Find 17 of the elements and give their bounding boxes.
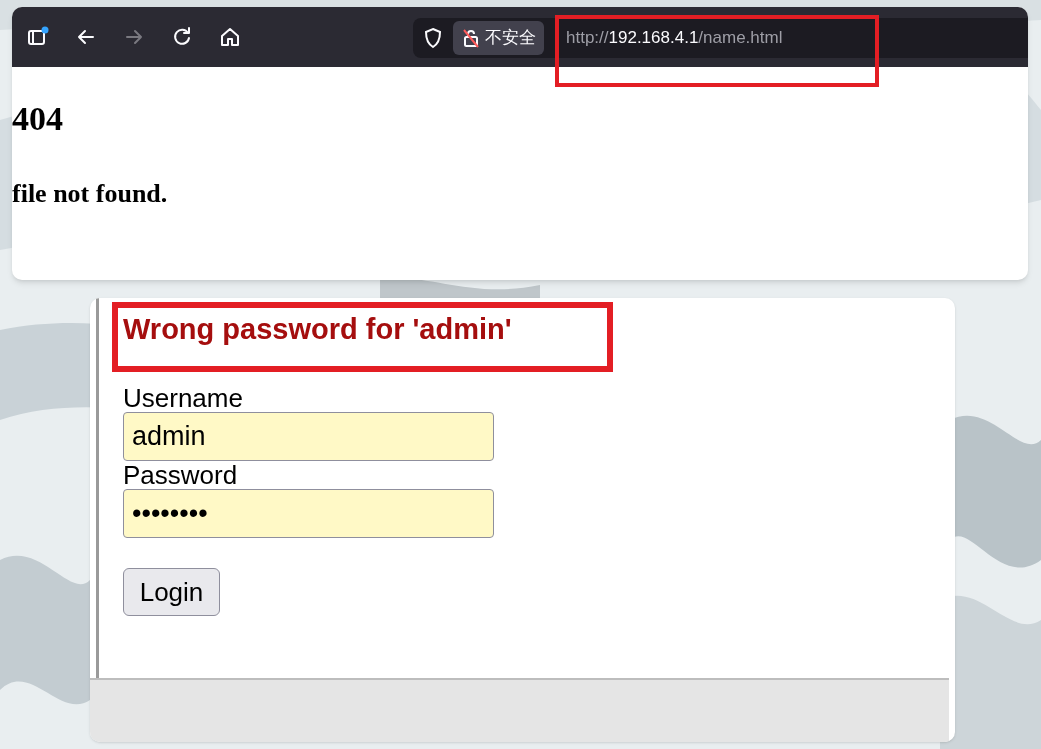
security-label: 不安全 [485, 27, 536, 50]
url-host: 192.168.4.1 [608, 27, 699, 50]
insecure-lock-icon [461, 27, 481, 49]
address-bar[interactable]: 不安全 http://192.168.4.1/name.html [413, 18, 1028, 58]
security-badge[interactable]: 不安全 [453, 21, 544, 55]
input-field[interactable]: •••••••• [123, 489, 494, 538]
input-field[interactable]: admin [123, 412, 494, 461]
field-label: Username [123, 384, 244, 412]
field-label: Password [123, 461, 239, 489]
url-path: /name.html [698, 27, 783, 50]
error-code: 404 [12, 99, 63, 139]
error-message: file not found. [12, 179, 168, 209]
login-button[interactable]: Login [123, 568, 220, 616]
error-heading: Wrong password for 'admin' [123, 312, 512, 346]
shield-icon[interactable] [423, 27, 443, 49]
home-icon[interactable] [218, 25, 242, 49]
url-scheme: http:// [566, 27, 609, 50]
